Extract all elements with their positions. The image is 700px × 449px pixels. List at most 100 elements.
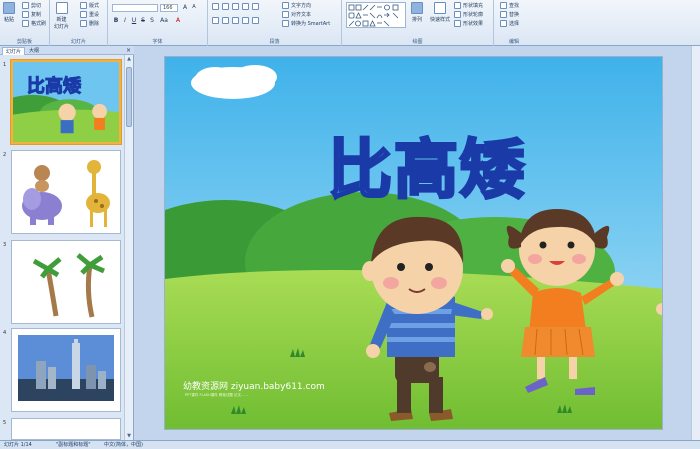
bullets-icon[interactable]: [212, 3, 219, 10]
close-pane-button[interactable]: ×: [126, 47, 131, 54]
slide-thumbnail-5[interactable]: [11, 418, 121, 440]
align-right-icon[interactable]: [232, 17, 239, 24]
binoculars-icon: [500, 2, 507, 9]
paste-icon: [3, 2, 15, 14]
scroll-thumb[interactable]: [126, 67, 132, 127]
format-painter-button[interactable]: 格式刷: [22, 20, 46, 27]
watermark-subtext: PPT课件 FLASH课件 教案试题 论文……: [185, 393, 248, 397]
cursor-icon: [500, 20, 507, 27]
slide-thumbnail-3[interactable]: [11, 240, 121, 324]
slide-1-preview-title: 比高矮: [27, 76, 82, 98]
current-slide[interactable]: 比高矮 幼教资源网 ziyuan.baby611.com PPT课件 FLASH…: [164, 56, 663, 430]
slide-editor: 比高矮 幼教资源网 ziyuan.baby611.com PPT课件 FLASH…: [135, 46, 700, 440]
copy-button[interactable]: 复制: [22, 11, 41, 18]
font-group-label: 字体: [152, 39, 163, 45]
justify-icon[interactable]: [242, 17, 249, 24]
watermark-text: 幼教资源网 ziyuan.baby611.com: [183, 382, 325, 392]
replace-icon: [500, 11, 507, 18]
drawing-group: 排列 快速样式 形状填充 形状轮廓 形状效果 绘图: [342, 0, 494, 46]
case-button[interactable]: Aa: [160, 17, 168, 24]
line-spacing-icon[interactable]: [252, 3, 259, 10]
shape-effects-button[interactable]: 形状效果: [454, 20, 483, 27]
find-button[interactable]: 查找: [500, 2, 519, 9]
clipboard-group-label: 剪贴板: [16, 39, 32, 45]
new-slide-icon: [55, 2, 68, 14]
arrange-button[interactable]: 排列: [411, 2, 423, 23]
shape-fill-button[interactable]: 形状填充: [454, 2, 483, 9]
ribbon: 粘贴 剪切 复制 格式刷 剪贴板 新建 幻灯片 版式 重设 删除 幻灯片 166…: [0, 0, 700, 46]
slides-group: 新建 幻灯片 版式 重设 删除 幻灯片: [50, 0, 108, 46]
paragraph-group: 文字方向 对齐文本 转换为 SmartArt 段落: [208, 0, 342, 46]
slide-number: 4: [3, 330, 7, 336]
slide-3-preview: [32, 253, 105, 318]
align-center-icon[interactable]: [222, 17, 229, 24]
align-left-icon[interactable]: [212, 17, 219, 24]
scissors-icon: [22, 2, 29, 9]
quick-styles-icon: [434, 2, 446, 14]
grow-font-button[interactable]: A: [181, 4, 189, 11]
delete-slide-button[interactable]: 删除: [80, 20, 99, 27]
arrange-icon: [411, 2, 423, 14]
slide-thumbnail-2[interactable]: [11, 150, 121, 234]
scroll-down-icon[interactable]: ▼: [125, 432, 133, 440]
italic-button[interactable]: I: [121, 17, 129, 24]
list-buttons: [212, 3, 259, 10]
quick-styles-button[interactable]: 快速样式: [430, 2, 450, 23]
shadow-button[interactable]: S: [148, 17, 156, 24]
reset-icon: [80, 11, 87, 18]
slide-number: 1: [3, 62, 7, 68]
layout-icon: [80, 2, 87, 9]
slide-number: 3: [3, 242, 7, 248]
font-color-button[interactable]: A: [174, 17, 182, 24]
paragraph-group-label: 段落: [269, 39, 280, 45]
scroll-up-icon[interactable]: ▲: [125, 55, 133, 63]
slide-thumbnail-1[interactable]: 比高矮: [11, 60, 121, 144]
shrink-font-button[interactable]: A: [190, 4, 198, 11]
language-status[interactable]: 中文(简体，中国): [104, 441, 143, 449]
bold-button[interactable]: B: [112, 17, 120, 24]
layout-button[interactable]: 版式: [80, 2, 99, 9]
font-name-select[interactable]: [112, 4, 158, 12]
drawing-group-label: 绘图: [412, 39, 423, 45]
numbering-icon[interactable]: [222, 3, 229, 10]
slide-number: 5: [3, 420, 7, 426]
status-bar: 幻灯片 1/14 "副标题和标题" 中文(简体，中国): [0, 440, 700, 449]
pane-scrollbar[interactable]: ▲ ▼: [124, 55, 133, 440]
tab-outline[interactable]: 大纲: [26, 47, 42, 55]
tab-slides[interactable]: 幻灯片: [2, 47, 26, 55]
columns-icon[interactable]: [252, 17, 259, 24]
slide-background-art: [165, 57, 662, 429]
text-direction-icon: [282, 2, 289, 9]
cut-button[interactable]: 剪切: [22, 2, 41, 9]
smartart-button[interactable]: 转换为 SmartArt: [282, 20, 330, 27]
increase-indent-icon[interactable]: [242, 3, 249, 10]
text-direction-button[interactable]: 文字方向: [282, 2, 311, 9]
strikethrough-button[interactable]: S: [139, 17, 147, 24]
align-buttons: [212, 17, 259, 24]
reset-button[interactable]: 重设: [80, 11, 99, 18]
delete-icon: [80, 20, 87, 27]
underline-button[interactable]: U: [130, 17, 138, 24]
font-size-select[interactable]: 166: [160, 4, 178, 12]
slide-4-preview: [12, 329, 120, 411]
shape-outline-button[interactable]: 形状轮廓: [454, 11, 483, 18]
slide-counter: 幻灯片 1/14: [4, 442, 32, 448]
theme-name[interactable]: "副标题和标题": [56, 441, 91, 449]
slide-thumbnail-4[interactable]: [11, 328, 121, 412]
slides-group-label: 幻灯片: [70, 39, 86, 45]
select-button[interactable]: 选择: [500, 20, 519, 27]
paste-button[interactable]: 粘贴: [3, 2, 15, 23]
smartart-icon: [282, 20, 289, 27]
new-slide-button[interactable]: 新建 幻灯片: [54, 2, 69, 30]
decrease-indent-icon[interactable]: [232, 3, 239, 10]
editing-group: 查找 替换 选择 编辑: [494, 0, 534, 46]
pane-tabs: 幻灯片 大纲 ×: [0, 46, 134, 55]
replace-button[interactable]: 替换: [500, 11, 519, 18]
shapes-gallery-icons: [348, 4, 399, 27]
slide-number: 2: [3, 152, 7, 158]
editor-scrollbar[interactable]: [691, 46, 700, 440]
slide-title[interactable]: 比高矮: [247, 119, 607, 211]
shapes-gallery[interactable]: [346, 2, 406, 28]
align-text-button[interactable]: 对齐文本: [282, 11, 311, 18]
clipboard-group: 粘贴 剪切 复制 格式刷 剪贴板: [0, 0, 50, 46]
